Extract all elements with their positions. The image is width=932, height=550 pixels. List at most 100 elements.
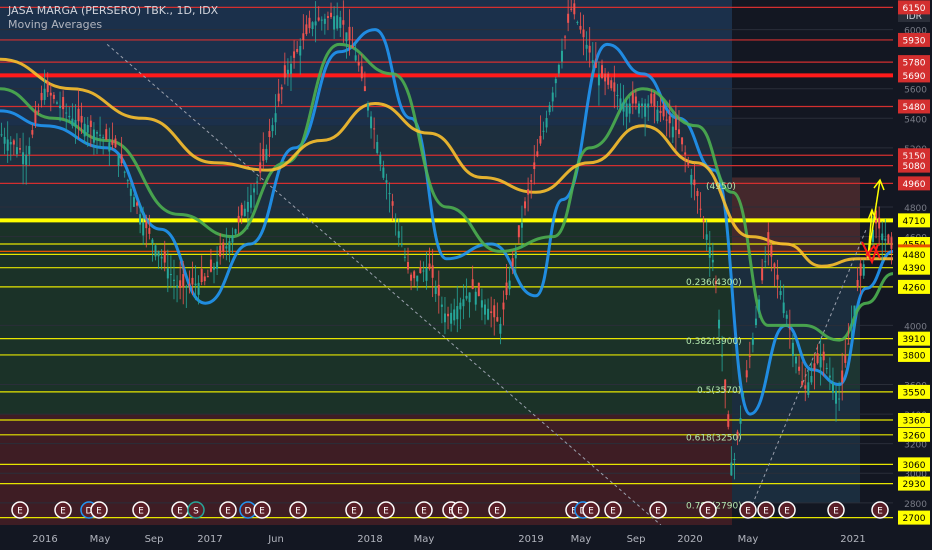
candle-body bbox=[43, 88, 46, 100]
candle-body bbox=[465, 295, 468, 299]
candle-body bbox=[560, 50, 563, 62]
candle-body bbox=[206, 276, 209, 278]
x-axis-band bbox=[0, 525, 932, 550]
candle-body bbox=[699, 208, 702, 210]
candle-body bbox=[807, 382, 810, 395]
candle-body bbox=[487, 308, 490, 320]
fib-label: 0.236(4300) bbox=[686, 278, 742, 288]
event-label: E bbox=[138, 507, 144, 517]
candle-body bbox=[813, 363, 816, 370]
candle-body bbox=[114, 138, 117, 148]
event-label: E bbox=[833, 507, 839, 517]
candle-body bbox=[696, 190, 699, 197]
candle-body bbox=[496, 317, 499, 322]
candle-body bbox=[249, 195, 252, 208]
candle-body bbox=[517, 225, 520, 238]
candle-body bbox=[788, 328, 791, 330]
candle-body bbox=[3, 136, 6, 144]
candle-body bbox=[49, 92, 52, 96]
candle-body bbox=[397, 231, 400, 238]
candle-body bbox=[754, 318, 757, 326]
candle-body bbox=[490, 311, 493, 314]
candle-body bbox=[373, 128, 376, 130]
candle-body bbox=[222, 242, 225, 252]
candle-body bbox=[637, 103, 640, 114]
candle-body bbox=[228, 241, 231, 253]
candle-body bbox=[191, 277, 194, 285]
event-label: E bbox=[610, 507, 616, 517]
candle-body bbox=[219, 245, 222, 257]
candle-body bbox=[453, 309, 456, 321]
event-label: E bbox=[655, 507, 661, 517]
event-label: E bbox=[588, 507, 594, 517]
candle-body bbox=[733, 458, 736, 460]
candle-body bbox=[132, 197, 135, 207]
event-label: E bbox=[351, 507, 357, 517]
candle-body bbox=[89, 120, 92, 127]
price-level-tag-label: 5930 bbox=[903, 36, 926, 46]
candle-body bbox=[650, 93, 653, 104]
event-label: E bbox=[295, 507, 301, 517]
candle-body bbox=[533, 162, 536, 170]
candle-body bbox=[468, 292, 471, 303]
candle-body bbox=[237, 215, 240, 223]
candle-body bbox=[804, 385, 807, 389]
candle-body bbox=[570, 8, 573, 10]
candle-body bbox=[320, 19, 323, 21]
candle-body bbox=[163, 251, 166, 263]
candle-body bbox=[530, 180, 533, 182]
candle-body bbox=[154, 245, 157, 257]
candle-body bbox=[370, 116, 373, 129]
candle-body bbox=[376, 142, 379, 153]
price-level-tag-label: 2930 bbox=[903, 480, 926, 490]
candle-body bbox=[323, 18, 326, 24]
candle-body bbox=[887, 234, 890, 244]
candle-body bbox=[296, 48, 299, 52]
candle-body bbox=[363, 86, 366, 92]
candle-body bbox=[160, 256, 163, 259]
candle-body bbox=[234, 229, 237, 234]
candle-body bbox=[216, 261, 219, 269]
candle-body bbox=[262, 148, 265, 161]
candle-body bbox=[379, 154, 382, 165]
candle-body bbox=[607, 73, 610, 85]
candle-body bbox=[188, 283, 191, 286]
candle-body bbox=[628, 103, 631, 114]
candle-body bbox=[68, 115, 71, 118]
price-chart[interactable]: 0.236(4300) 0.382(3900) 0.5(3570) 0.618(325… bbox=[0, 0, 932, 550]
candle-body bbox=[591, 60, 594, 63]
price-level-tag-label: 3910 bbox=[903, 335, 926, 345]
event-label: E bbox=[457, 507, 463, 517]
event-label: E bbox=[383, 507, 389, 517]
candle-body bbox=[25, 154, 28, 165]
candle-body bbox=[336, 15, 339, 29]
candle-body bbox=[708, 247, 711, 258]
candle-body bbox=[825, 367, 828, 370]
candle-body bbox=[231, 235, 234, 243]
candle-body bbox=[360, 66, 363, 79]
candle-body bbox=[705, 234, 708, 240]
candle-body bbox=[59, 105, 62, 109]
candle-body bbox=[462, 299, 465, 307]
candle-body bbox=[108, 142, 111, 152]
candle-body bbox=[431, 265, 434, 278]
candle-body bbox=[542, 130, 545, 132]
candle-body bbox=[450, 312, 453, 324]
candle-body bbox=[289, 63, 292, 74]
candle-body bbox=[718, 319, 721, 329]
price-level-tag-label: 2700 bbox=[903, 514, 926, 524]
candle-body bbox=[890, 237, 893, 249]
candle-body bbox=[145, 221, 148, 229]
candle-body bbox=[668, 116, 671, 124]
candle-body bbox=[62, 97, 65, 110]
candle-body bbox=[102, 137, 105, 139]
candle-body bbox=[847, 343, 850, 345]
candle-body bbox=[351, 45, 354, 48]
candle-body bbox=[456, 306, 459, 320]
candle-body bbox=[348, 26, 351, 41]
candle-body bbox=[798, 366, 801, 371]
candle-body bbox=[447, 313, 450, 317]
x-tick-label: 2018 bbox=[357, 534, 382, 545]
candle-body bbox=[428, 263, 431, 269]
candle-body bbox=[440, 304, 443, 307]
